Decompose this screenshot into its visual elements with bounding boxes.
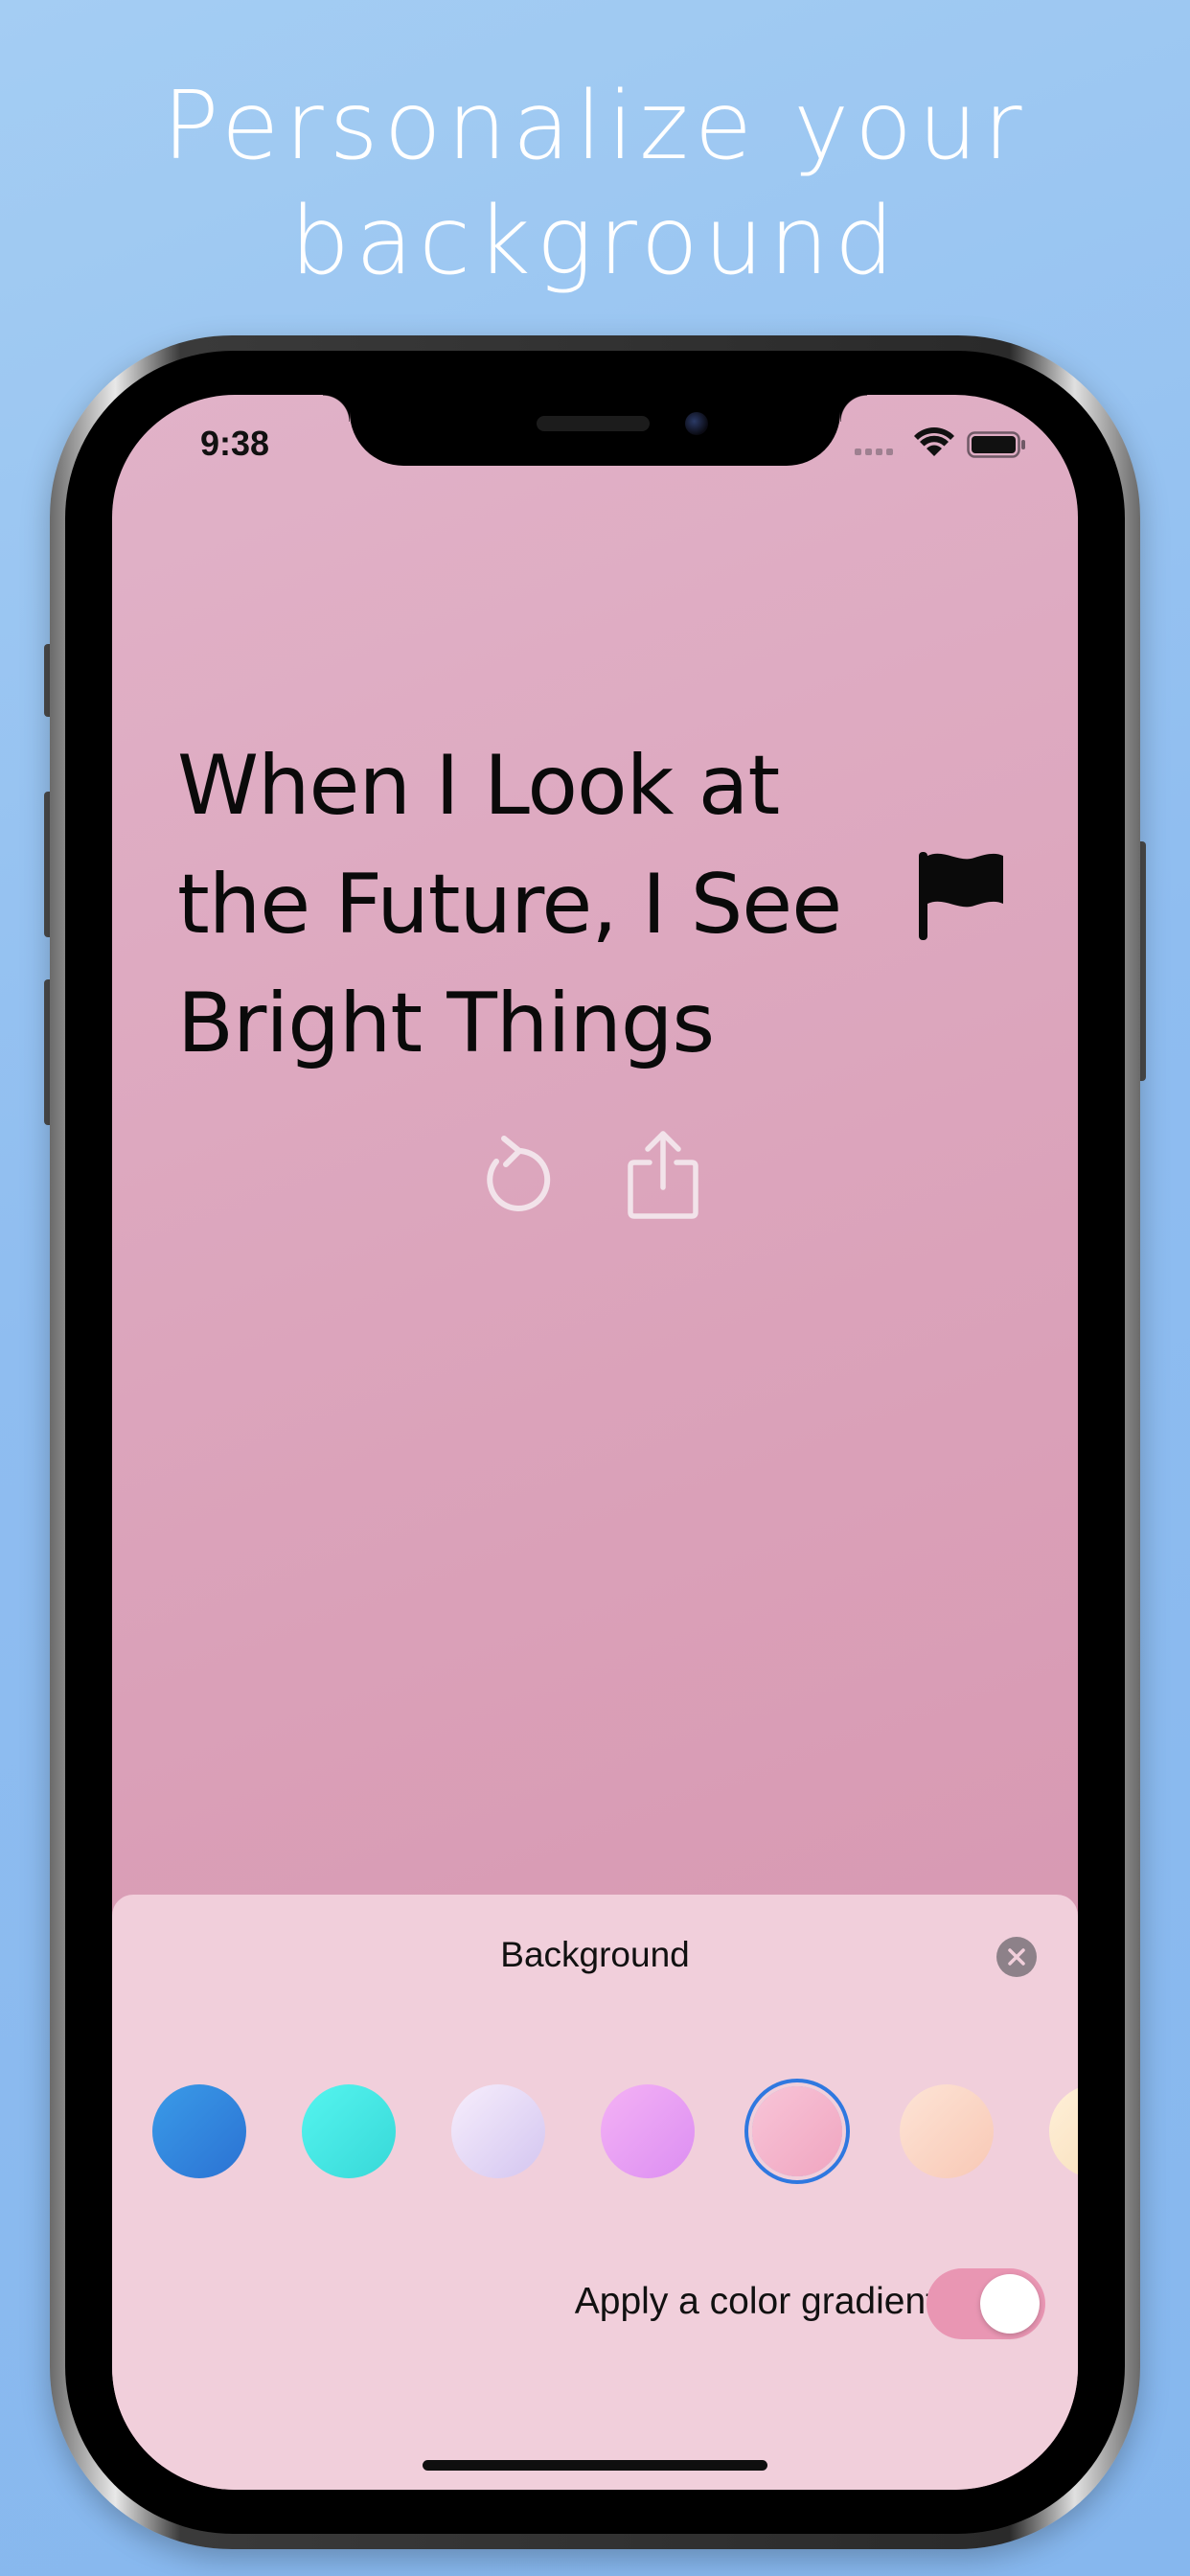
home-indicator[interactable] [423,2460,767,2471]
toggle-knob [980,2274,1040,2334]
swatch-pink[interactable] [752,2086,842,2176]
swatch-peach[interactable] [900,2084,994,2178]
signal-icon [855,448,893,455]
phone-screen: 9:38 When I Look at the Future, I See Br… [112,395,1078,2490]
close-icon [1008,1948,1025,1966]
swatch-violet[interactable] [601,2084,695,2178]
front-camera [685,412,708,435]
sheet-title: Background [500,1935,690,1974]
status-time: 9:38 [200,424,270,463]
headline-line-1: Personalize your [162,72,1028,181]
page-headline: Personalize your background [0,69,1190,299]
share-icon[interactable] [627,1128,699,1220]
affirmation-text: When I Look at the Future, I See Bright … [177,738,842,1071]
gradient-toggle[interactable] [927,2268,1045,2339]
battery-icon [967,431,1025,458]
notch [323,395,867,466]
refresh-icon[interactable] [481,1133,556,1217]
swatch-cream[interactable] [1049,2084,1078,2178]
swatch-blue[interactable] [152,2084,246,2178]
wifi-icon [914,427,954,456]
headline-line-2: background [289,187,901,296]
earpiece-speaker [537,416,650,431]
gradient-toggle-label: Apply a color gradient [574,2281,936,2322]
flag-icon[interactable] [917,850,1005,942]
swatch-row[interactable] [112,2073,1078,2188]
swatch-cyan[interactable] [302,2084,396,2178]
background-sheet: Background Apply a color gradient [112,1895,1078,2490]
close-button[interactable] [996,1937,1037,1977]
swatch-lavender[interactable] [451,2084,545,2178]
